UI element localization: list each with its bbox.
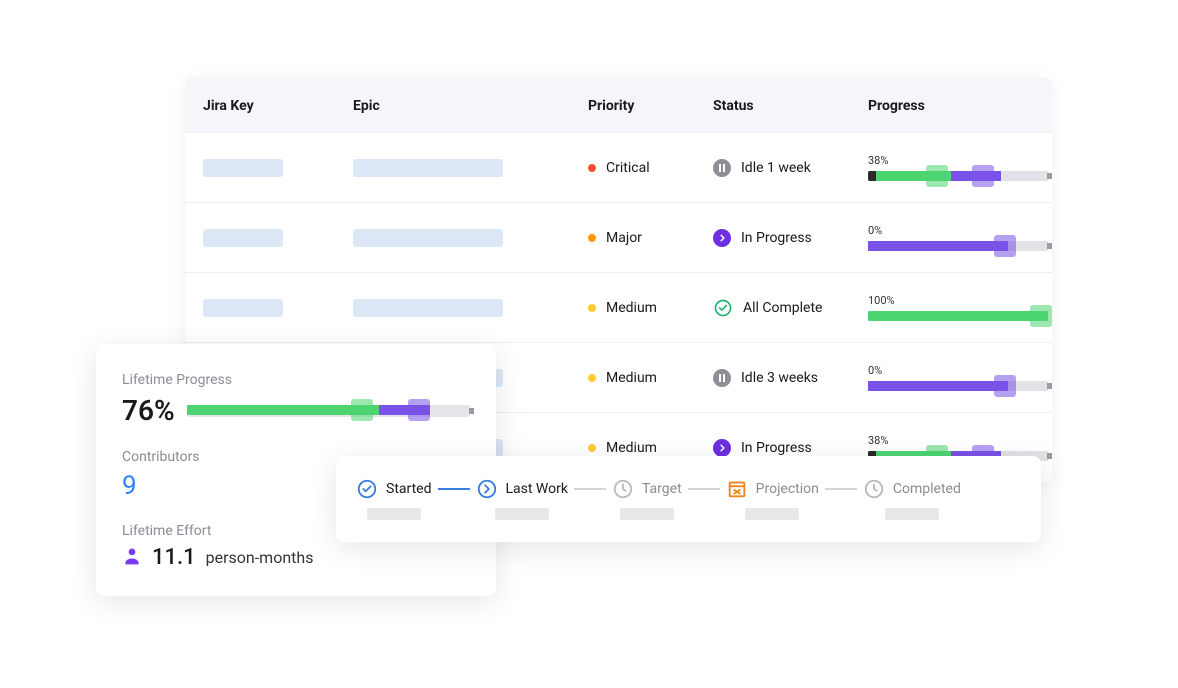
cell-priority: Medium [570, 300, 695, 316]
person-icon [122, 546, 142, 570]
col-header-status[interactable]: Status [695, 78, 850, 132]
priority-dot-icon [588, 234, 596, 242]
table-row[interactable]: Critical Idle 1 week 38% [185, 132, 1052, 202]
status-label: All Complete [743, 300, 822, 316]
play-icon [713, 439, 731, 457]
skeleton-placeholder [203, 229, 283, 247]
timeline-step[interactable]: Target [612, 478, 682, 520]
status-label: Idle 1 week [741, 160, 811, 176]
progress-bar [868, 381, 1048, 391]
cell-status: Idle 3 weeks [695, 369, 850, 387]
cell-epic [335, 299, 570, 317]
table-row[interactable]: Major In Progress 0% [185, 202, 1052, 272]
timeline-step[interactable]: Started [356, 478, 432, 520]
lifetime-progress-value: 76% [122, 394, 175, 427]
lifetime-progress-bar [187, 405, 470, 417]
skeleton-placeholder [353, 299, 503, 317]
cell-status: In Progress [695, 229, 850, 247]
timeline-connector [688, 488, 720, 490]
priority-dot-icon [588, 164, 596, 172]
progress-cell: 0% [868, 224, 1034, 251]
skeleton-placeholder [353, 229, 503, 247]
lifetime-effort-value: 11.1 [152, 545, 196, 570]
cell-epic [335, 159, 570, 177]
priority-label: Medium [606, 440, 657, 456]
timeline-step[interactable]: Last Work [476, 478, 568, 520]
cell-status: All Complete [695, 298, 850, 318]
timeline-step[interactable]: Completed [863, 478, 961, 520]
skeleton-placeholder [885, 508, 939, 520]
cell-jira-key [185, 299, 335, 317]
timeline-step-label: Last Work [506, 481, 568, 497]
skeleton-placeholder [620, 508, 674, 520]
col-header-priority[interactable]: Priority [570, 78, 695, 132]
skeleton-placeholder [203, 299, 283, 317]
play-icon [713, 229, 731, 247]
status-label: Idle 3 weeks [741, 370, 818, 386]
status-label: In Progress [741, 440, 812, 456]
priority-dot-icon [588, 444, 596, 452]
col-header-epic[interactable]: Epic [335, 78, 570, 132]
skeleton-placeholder [203, 159, 283, 177]
timeline-step-label: Target [642, 481, 682, 497]
clock-icon [612, 478, 634, 500]
skeleton-placeholder [745, 508, 799, 520]
cell-jira-key [185, 229, 335, 247]
progress-cell: 38% [868, 154, 1034, 181]
cell-status: Idle 1 week [695, 159, 850, 177]
progress-percent: 100% [868, 294, 1034, 307]
check-circle-icon [713, 298, 733, 318]
progress-percent: 38% [868, 154, 1034, 167]
timeline-connector [438, 488, 470, 490]
priority-label: Medium [606, 300, 657, 316]
lifetime-effort-unit: person-months [206, 548, 314, 567]
cell-priority: Medium [570, 370, 695, 386]
cell-epic [335, 229, 570, 247]
progress-cell: 0% [868, 364, 1034, 391]
table-header-row: Jira Key Epic Priority Status Progress [185, 78, 1052, 132]
calendar-x-icon [726, 478, 748, 500]
progress-bar [868, 171, 1048, 181]
progress-cell: 100% [868, 294, 1034, 321]
timeline-connector [825, 488, 857, 490]
pause-icon [713, 369, 731, 387]
timeline-step-label: Projection [756, 481, 819, 497]
timeline-step[interactable]: Projection [726, 478, 819, 520]
timeline-connector [574, 488, 606, 490]
skeleton-placeholder [367, 508, 421, 520]
priority-label: Major [606, 230, 642, 246]
timeline-step-label: Started [386, 481, 432, 497]
cell-progress: 38% [850, 154, 1052, 181]
priority-label: Critical [606, 160, 650, 176]
clock-icon [863, 478, 885, 500]
col-header-jira-key[interactable]: Jira Key [185, 78, 335, 132]
cell-progress: 0% [850, 224, 1052, 251]
priority-label: Medium [606, 370, 657, 386]
skeleton-placeholder [495, 508, 549, 520]
cell-progress: 0% [850, 364, 1052, 391]
skeleton-placeholder [353, 159, 503, 177]
status-label: In Progress [741, 230, 812, 246]
cell-priority: Critical [570, 160, 695, 176]
timeline-card: Started Last Work Target Projection Comp… [336, 456, 1041, 542]
progress-bar [868, 241, 1048, 251]
lifetime-progress-label: Lifetime Progress [122, 372, 470, 388]
cell-priority: Major [570, 230, 695, 246]
chevron-circle-icon [476, 478, 498, 500]
check-circle-icon [356, 478, 378, 500]
cell-progress: 100% [850, 294, 1052, 321]
cell-priority: Medium [570, 440, 695, 456]
progress-bar [868, 311, 1048, 321]
progress-percent: 38% [868, 434, 1034, 447]
pause-icon [713, 159, 731, 177]
priority-dot-icon [588, 374, 596, 382]
table-row[interactable]: Medium All Complete 100% [185, 272, 1052, 342]
timeline-step-label: Completed [893, 481, 961, 497]
cell-status: In Progress [695, 439, 850, 457]
cell-jira-key [185, 159, 335, 177]
col-header-progress[interactable]: Progress [850, 78, 1052, 132]
priority-dot-icon [588, 304, 596, 312]
